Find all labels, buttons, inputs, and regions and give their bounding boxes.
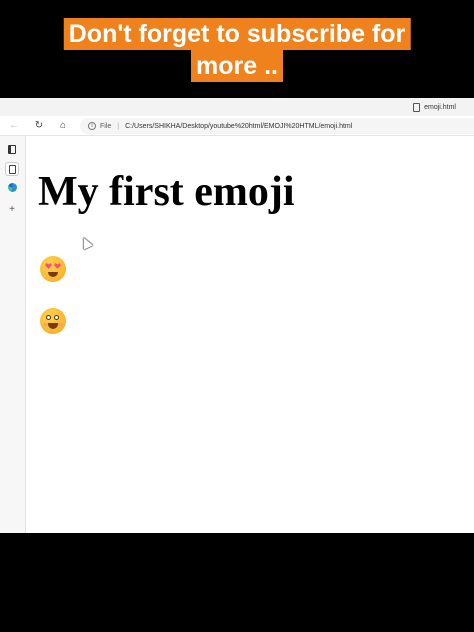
edge-tab-icon[interactable] <box>5 180 19 194</box>
tab-strip: emoji.html <box>0 98 474 116</box>
tab-emoji-html[interactable]: emoji.html <box>413 100 456 114</box>
address-separator: | <box>117 122 120 130</box>
address-bar[interactable]: i File | C:/Users/SHIKHA/Desktop/youtube… <box>80 118 474 134</box>
new-tab-plus-icon[interactable]: + <box>5 202 19 216</box>
tab-actions-icon[interactable] <box>5 142 19 156</box>
tab-title: emoji.html <box>424 103 456 111</box>
vertical-tabs-sidebar: + <box>0 136 26 533</box>
caption-line-2: more .. <box>191 50 283 82</box>
page-tab-icon[interactable] <box>5 162 19 176</box>
browser-window: emoji.html ← ↻ ⌂ i File | C:/Users/SHIKH… <box>0 98 474 533</box>
document-icon <box>413 102 421 112</box>
reload-icon[interactable]: ↻ <box>32 119 46 133</box>
grinning-blush-emoji-icon <box>40 308 66 334</box>
info-icon[interactable]: i <box>88 122 96 130</box>
scheme-label: File <box>100 122 112 130</box>
url-text: C:/Users/SHIKHA/Desktop/youtube%20html/E… <box>125 122 353 130</box>
home-icon[interactable]: ⌂ <box>56 119 70 133</box>
page-heading: My first emoji <box>38 169 295 215</box>
heart-eyes-emoji-icon <box>40 256 66 282</box>
back-arrow-icon[interactable]: ← <box>7 119 21 133</box>
page-content: My first emoji <box>27 136 474 533</box>
subscribe-caption: Don't forget to subscribe for more .. <box>0 0 474 98</box>
toolbar: ← ↻ ⌂ i File | C:/Users/SHIKHA/Desktop/y… <box>0 116 474 136</box>
caption-line-1: Don't forget to subscribe for <box>63 18 411 50</box>
